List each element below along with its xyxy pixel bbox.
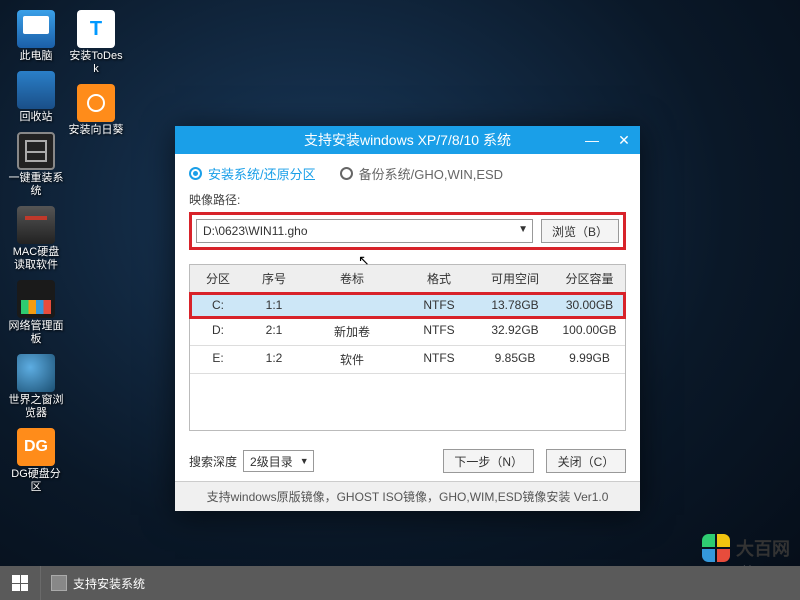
table-row[interactable]: D:2:1新加卷NTFS32.92GB100.00GB	[190, 318, 625, 346]
window-footer: 支持windows原版镜像，GHOST ISO镜像，GHO,WIM,ESD镜像安…	[175, 481, 640, 511]
sunflower-icon	[77, 84, 115, 122]
radio-backup[interactable]: 备份系统/GHO,WIN,ESD	[340, 164, 503, 183]
table-row[interactable]: E:1:2软件NTFS9.85GB9.99GB	[190, 346, 625, 374]
desktop-icon-install-todesk[interactable]: T安装ToDesk	[68, 10, 124, 76]
installer-window: 支持安装windows XP/7/8/10 系统 — ✕ 安装系统/还原分区 备…	[175, 126, 640, 511]
radio-on-icon	[189, 167, 202, 180]
network-icon	[17, 280, 55, 318]
monitor-icon	[17, 10, 55, 48]
desktop-icon-mac-disk[interactable]: MAC硬盘读取软件	[8, 206, 64, 272]
desktop-icon-recycle-bin[interactable]: 回收站	[8, 71, 64, 124]
app-icon	[51, 575, 67, 591]
todesk-icon: T	[77, 10, 115, 48]
watermark-logo-icon	[702, 534, 730, 562]
search-depth-label: 搜索深度	[189, 453, 237, 470]
desktop-icon-world-browser[interactable]: 世界之窗浏览器	[8, 354, 64, 420]
table-row[interactable]: C:1:1NTFS13.78GB30.00GB	[190, 293, 625, 318]
radio-off-icon	[340, 167, 353, 180]
close-x-button[interactable]: ✕	[608, 126, 640, 154]
taskbar-app-installer[interactable]: 支持安装系统	[40, 566, 155, 600]
globe-icon	[17, 354, 55, 392]
search-depth-select[interactable]: 2级目录	[243, 450, 314, 472]
desktop-icon-net-panel[interactable]: 网络管理面板	[8, 280, 64, 346]
dg-icon: DG	[17, 428, 55, 466]
table-header: 分区 序号 卷标 格式 可用空间 分区容量	[190, 265, 625, 293]
taskbar: 支持安装系统	[0, 566, 800, 600]
close-button[interactable]: 关闭（C）	[546, 449, 626, 473]
desktop: 此电脑 回收站 一键重装系统 MAC硬盘读取软件 网络管理面板 世界之窗浏览器 …	[8, 8, 128, 500]
chevron-down-icon: ▼	[518, 224, 528, 235]
window-title: 支持安装windows XP/7/8/10 系统	[304, 130, 511, 150]
radio-install-restore[interactable]: 安装系统/还原分区	[189, 164, 316, 183]
minimize-button[interactable]: —	[576, 126, 608, 154]
desktop-icon-dg-partition[interactable]: DGDG硬盘分区	[8, 428, 64, 494]
desktop-icon-this-pc[interactable]: 此电脑	[8, 10, 64, 63]
table-empty-area	[190, 374, 625, 430]
disk-icon	[17, 206, 55, 244]
windows-logo-icon	[12, 575, 28, 591]
partition-table: 分区 序号 卷标 格式 可用空间 分区容量 C:1:1NTFS13.78GB30…	[189, 264, 626, 431]
watermark-text: 大百网	[736, 535, 790, 561]
path-row-highlight: D:\0623\WIN11.gho ▼ 浏览（B）	[189, 212, 626, 250]
browse-button[interactable]: 浏览（B）	[541, 219, 619, 243]
start-button[interactable]	[0, 566, 40, 600]
next-button[interactable]: 下一步（N）	[443, 449, 534, 473]
box-icon	[17, 132, 55, 170]
image-path-dropdown[interactable]: D:\0623\WIN11.gho ▼	[196, 219, 533, 243]
desktop-icon-install-sunflower[interactable]: 安装向日葵	[68, 84, 124, 137]
image-path-label: 映像路径:	[189, 191, 626, 208]
image-path-value: D:\0623\WIN11.gho	[203, 224, 308, 238]
desktop-icon-onekey-reinstall[interactable]: 一键重装系统	[8, 132, 64, 198]
titlebar[interactable]: 支持安装windows XP/7/8/10 系统 — ✕	[175, 126, 640, 154]
watermark: 大百网	[702, 534, 790, 562]
recycle-icon	[17, 71, 55, 109]
